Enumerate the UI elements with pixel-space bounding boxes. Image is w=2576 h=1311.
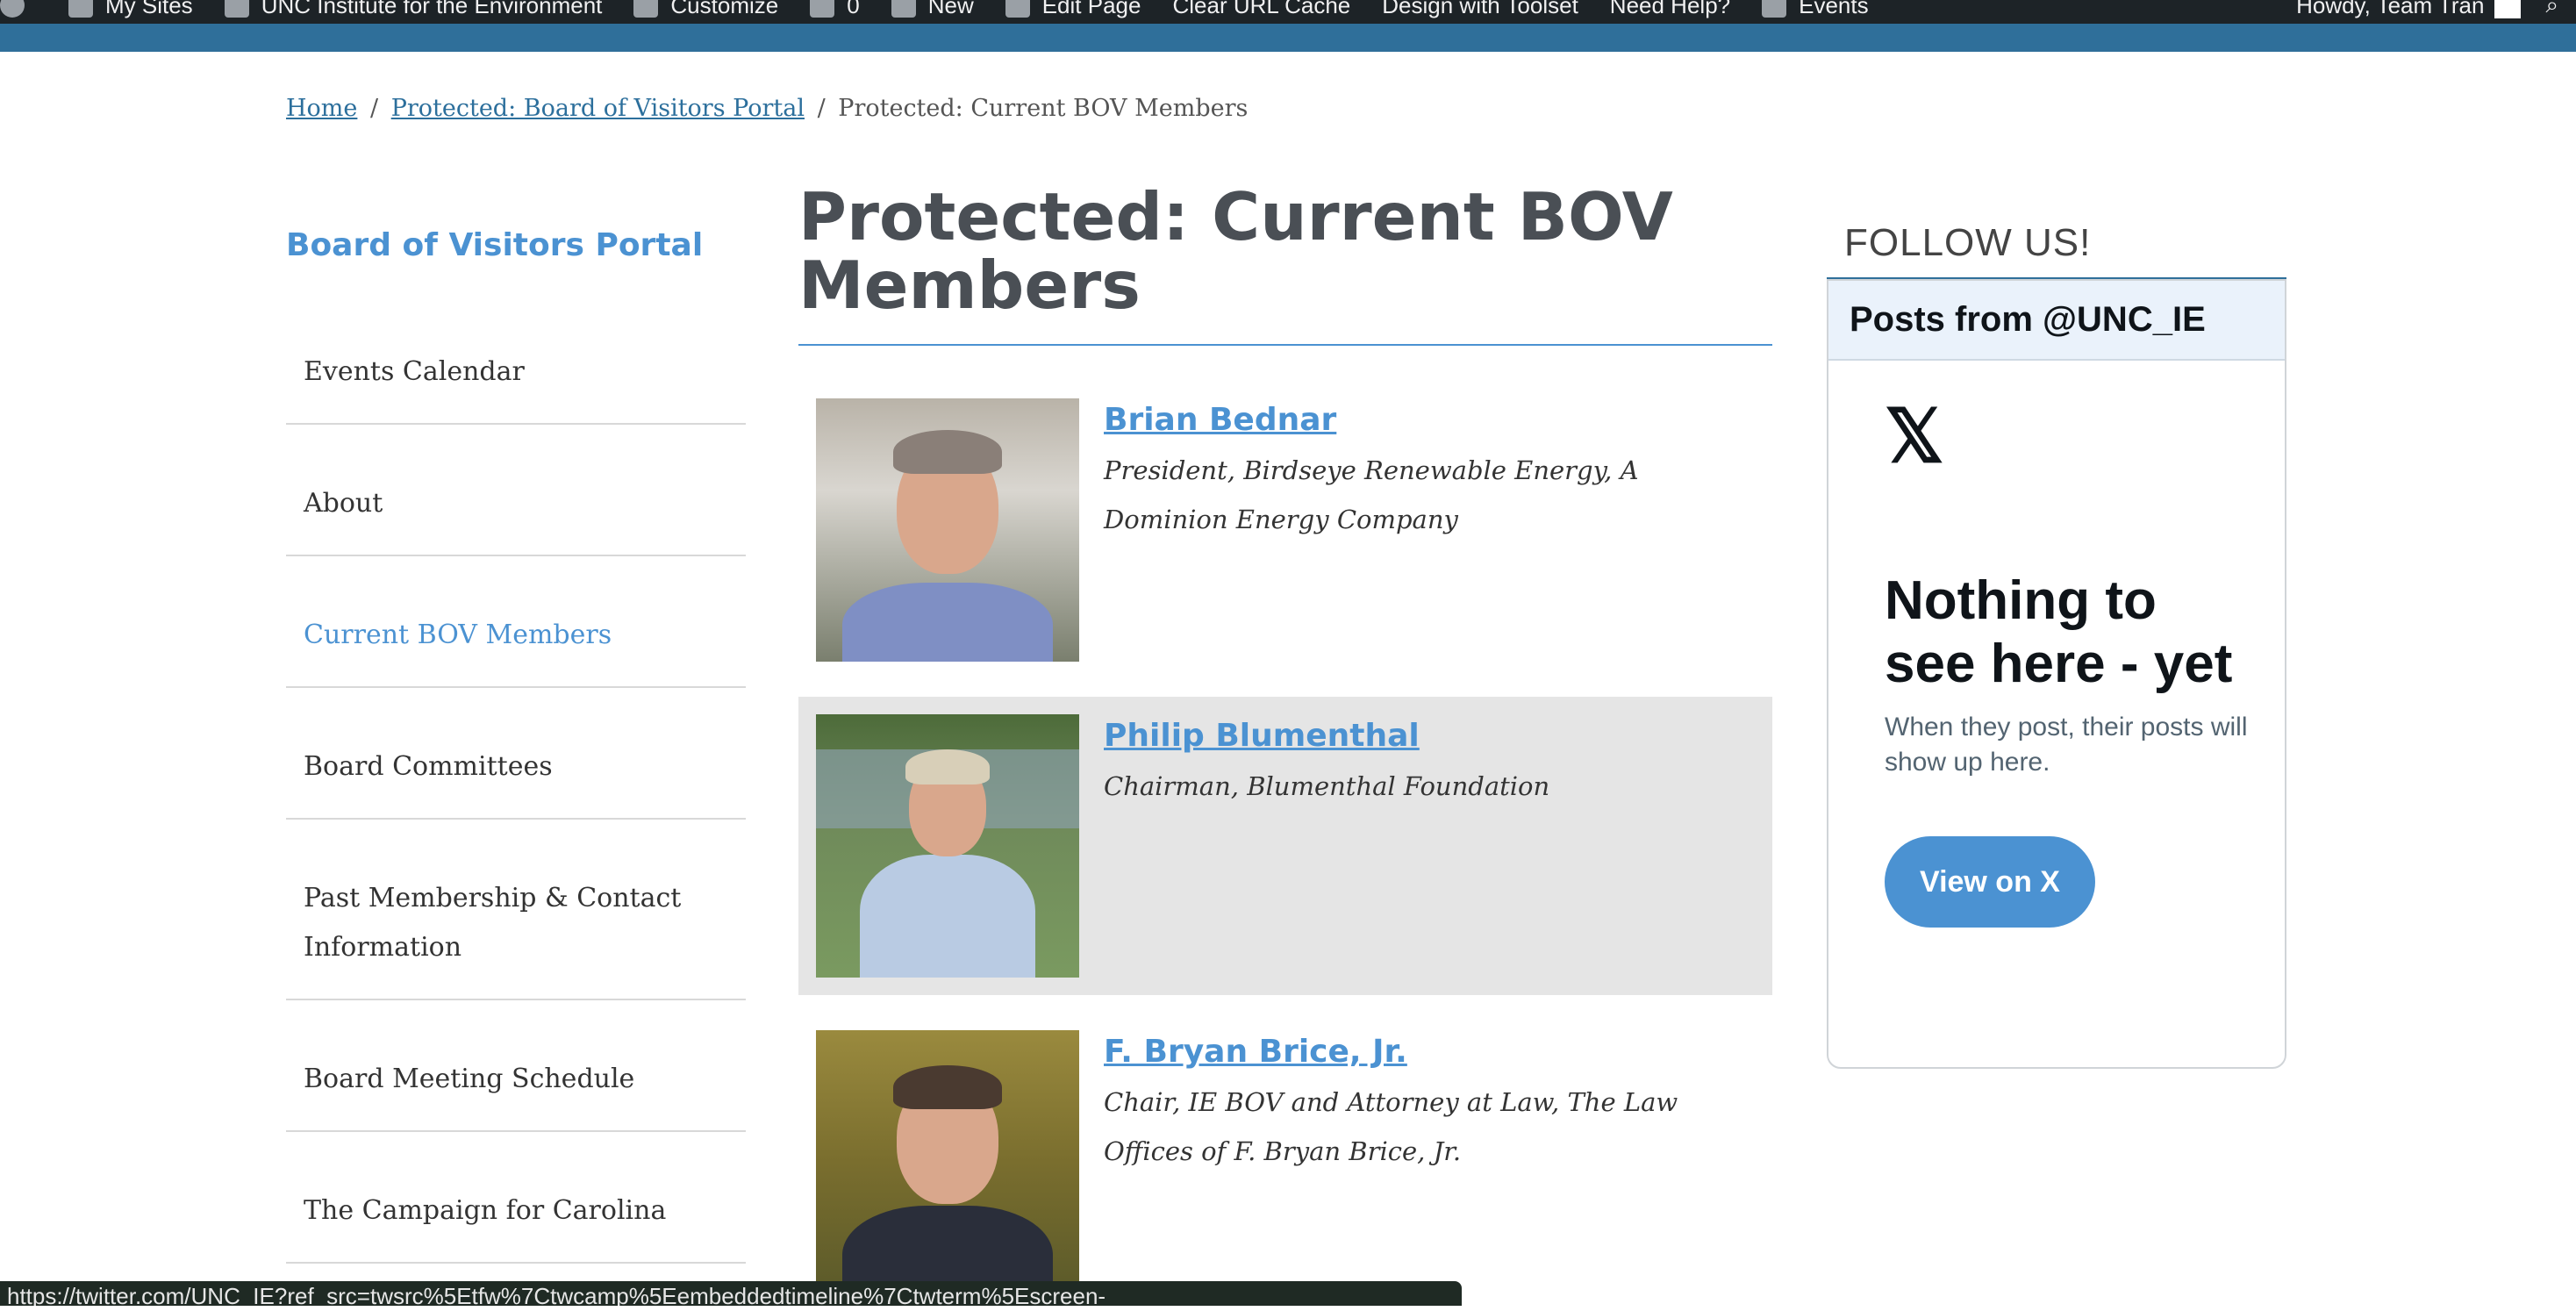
member-card: Philip Blumenthal Chairman, Blumenthal F… bbox=[798, 697, 1772, 995]
empty-state-subtitle: When they post, their posts will show up… bbox=[1885, 713, 2248, 777]
admin-greeting[interactable]: Howdy, Team Tran bbox=[2296, 0, 2484, 19]
member-role: Chairman, Blumenthal Foundation bbox=[1104, 771, 1550, 801]
admin-site-name[interactable]: UNC Institute for the Environment bbox=[224, 0, 602, 19]
pencil-icon bbox=[1005, 0, 1030, 18]
admin-help[interactable]: Need Help? bbox=[1610, 0, 1730, 19]
sidebar-item-current-bov-members[interactable]: Current BOV Members bbox=[286, 586, 746, 688]
sidebar-item-past-membership[interactable]: Past Membership & Contact Information bbox=[286, 849, 746, 1000]
home-icon bbox=[224, 0, 249, 18]
follow-us-heading: FOLLOW US! bbox=[1827, 219, 2286, 279]
calendar-icon bbox=[1762, 0, 1787, 18]
follow-us-widget: FOLLOW US! Posts from @UNC_IE 𝕏 Nothing … bbox=[1827, 219, 2286, 1069]
sidebar-item-campaign-for-carolina[interactable]: The Campaign for Carolina bbox=[286, 1162, 746, 1264]
member-photo[interactable] bbox=[816, 714, 1079, 978]
admin-customize[interactable]: Customize bbox=[633, 0, 778, 19]
plus-icon bbox=[891, 0, 916, 18]
sidebar-item-about[interactable]: About bbox=[286, 455, 746, 556]
breadcrumb-home[interactable]: Home bbox=[286, 95, 357, 122]
breadcrumb-parent[interactable]: Protected: Board of Visitors Portal bbox=[391, 95, 805, 122]
x-timeline-embed: Posts from @UNC_IE 𝕏 Nothing to see here… bbox=[1827, 279, 2286, 1069]
member-photo[interactable] bbox=[816, 1030, 1079, 1293]
wordpress-logo-icon[interactable] bbox=[0, 0, 37, 18]
main-content: Protected: Current BOV Members Brian Bed… bbox=[798, 183, 1772, 1311]
admin-edit-page[interactable]: Edit Page bbox=[1005, 0, 1141, 19]
page-title: Protected: Current BOV Members bbox=[798, 183, 1772, 346]
admin-bar: My Sites UNC Institute for the Environme… bbox=[0, 0, 2576, 24]
sites-icon bbox=[68, 0, 93, 18]
avatar[interactable] bbox=[2494, 0, 2522, 18]
member-name-link[interactable]: F. Bryan Brice, Jr. bbox=[1104, 1032, 1755, 1072]
breadcrumb-separator: / bbox=[817, 95, 826, 122]
sidebar-nav: Board of Visitors Portal Events Calendar… bbox=[286, 219, 746, 1264]
member-card: F. Bryan Brice, Jr. Chair, IE BOV and At… bbox=[798, 1013, 1772, 1311]
member-info: F. Bryan Brice, Jr. Chair, IE BOV and At… bbox=[1104, 1030, 1755, 1293]
admin-my-sites[interactable]: My Sites bbox=[68, 0, 193, 19]
search-icon[interactable]: ⌕ bbox=[2545, 0, 2558, 19]
breadcrumb-separator: / bbox=[369, 95, 379, 122]
member-list: Brian Bednar President, Birdseye Renewab… bbox=[798, 381, 1772, 1311]
member-info: Brian Bednar President, Birdseye Renewab… bbox=[1104, 398, 1755, 662]
sidebar-item-board-meeting-schedule[interactable]: Board Meeting Schedule bbox=[286, 1030, 746, 1132]
sidebar-item-events-calendar[interactable]: Events Calendar bbox=[286, 323, 746, 425]
member-role: President, Birdseye Renewable Energy, A … bbox=[1104, 455, 1639, 534]
brush-icon bbox=[633, 0, 659, 18]
admin-new[interactable]: New bbox=[891, 0, 974, 19]
comment-icon bbox=[810, 0, 835, 18]
sidebar-title[interactable]: Board of Visitors Portal bbox=[286, 219, 746, 272]
member-name-link[interactable]: Philip Blumenthal bbox=[1104, 716, 1549, 756]
member-card: Brian Bednar President, Birdseye Renewab… bbox=[798, 381, 1772, 679]
admin-toolset[interactable]: Design with Toolset bbox=[1382, 0, 1578, 19]
member-photo[interactable] bbox=[816, 398, 1079, 662]
breadcrumb-current: Protected: Current BOV Members bbox=[838, 95, 1249, 122]
x-timeline-header[interactable]: Posts from @UNC_IE bbox=[1828, 281, 2285, 361]
member-name-link[interactable]: Brian Bednar bbox=[1104, 400, 1755, 441]
x-logo-icon[interactable]: 𝕏 bbox=[1885, 399, 2285, 473]
admin-events[interactable]: Events bbox=[1762, 0, 1869, 19]
admin-clear-cache[interactable]: Clear URL Cache bbox=[1172, 0, 1350, 19]
member-info: Philip Blumenthal Chairman, Blumenthal F… bbox=[1104, 714, 1549, 978]
link-status-bar: https://twitter.com/UNC_IE?ref_src=twsrc… bbox=[0, 1281, 1462, 1306]
site-header-bar bbox=[0, 24, 2576, 52]
view-on-x-button[interactable]: View on X bbox=[1885, 836, 2095, 928]
empty-state-title: Nothing to see here - yet bbox=[1885, 570, 2233, 694]
member-role: Chair, IE BOV and Attorney at Law, The L… bbox=[1104, 1087, 1678, 1166]
admin-comments[interactable]: 0 bbox=[810, 0, 860, 19]
sidebar-item-board-committees[interactable]: Board Committees bbox=[286, 718, 746, 820]
breadcrumb: Home / Protected: Board of Visitors Port… bbox=[286, 95, 1248, 122]
